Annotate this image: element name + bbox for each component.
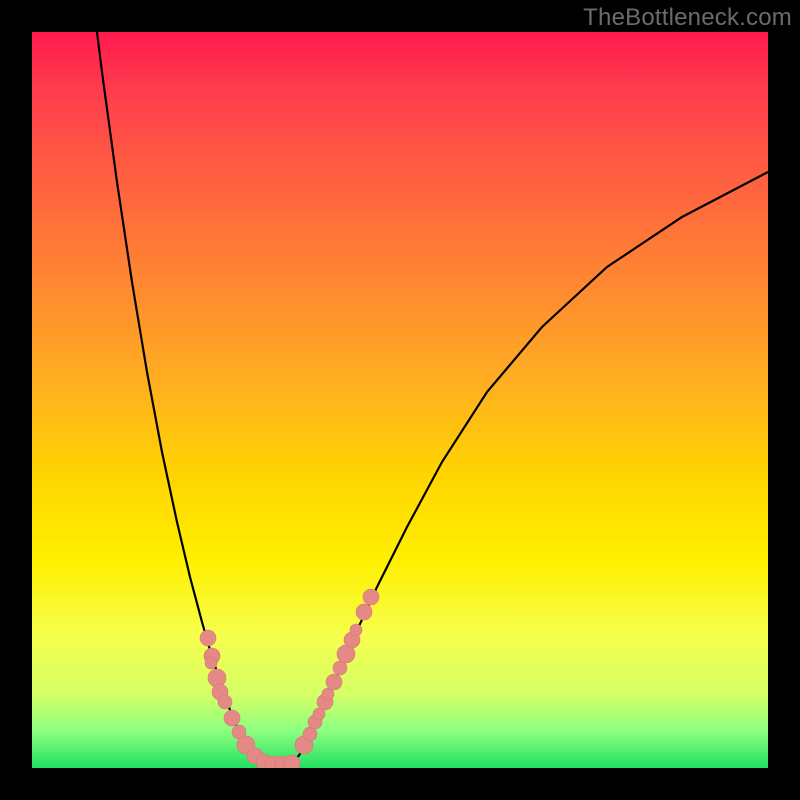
data-point-marker [205,657,217,669]
data-point-marker [224,710,240,726]
data-point-marker [363,589,379,605]
data-point-marker [326,674,342,690]
outer-frame: TheBottleneck.com [0,0,800,800]
data-point-marker [218,695,232,709]
bottleneck-curve [92,32,768,764]
data-point-marker [200,630,216,646]
data-point-marker [350,624,362,636]
marker-group [200,589,379,768]
plot-area [32,32,768,768]
chart-svg [32,32,768,768]
data-point-marker [356,604,372,620]
watermark-text: TheBottleneck.com [583,4,792,32]
data-point-marker [284,755,300,768]
